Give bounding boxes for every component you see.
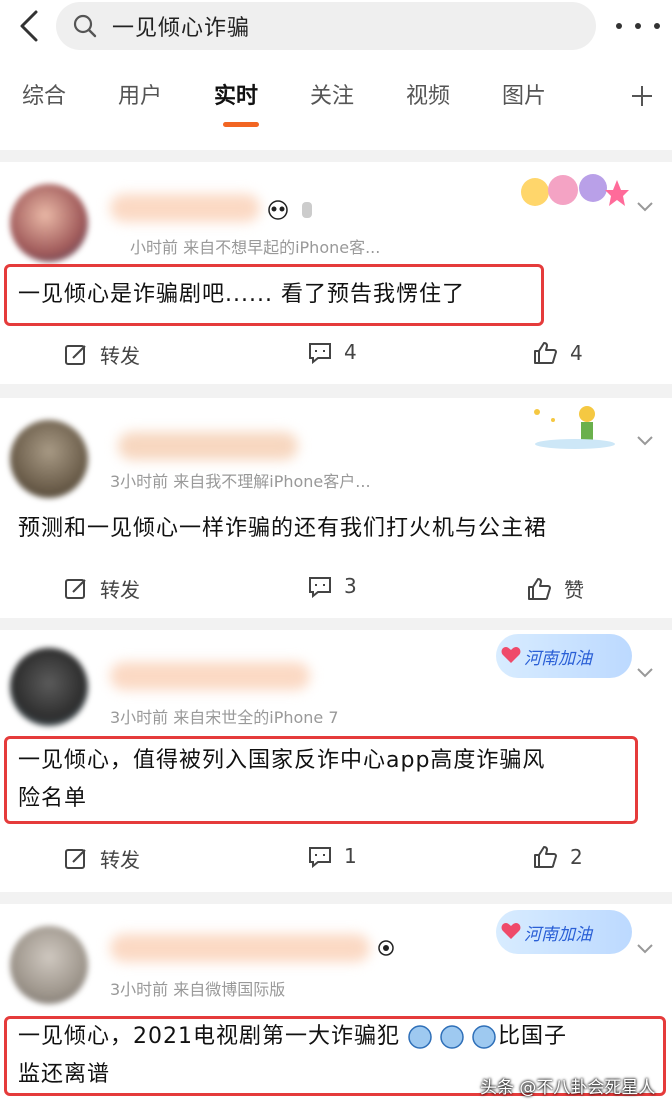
comment-count: 3 xyxy=(344,574,357,598)
search-query: 一见倾心诈骗 xyxy=(112,16,251,41)
watermark: 头条 @不八卦会死星人 xyxy=(480,1078,656,1098)
username-blurred[interactable] xyxy=(110,194,260,222)
post-card[interactable]: 小时前 来自不想早起的iPhone客... 一见倾心是诈骗剧吧...... 看了… xyxy=(0,162,672,384)
top-bar: 一见倾心诈骗 综合 用户 实时 关注 视频 图片 xyxy=(0,0,672,150)
more-options-icon[interactable] xyxy=(616,12,660,40)
tab-video[interactable]: 视频 xyxy=(406,78,450,110)
comment-button[interactable]: 1 xyxy=(308,844,357,868)
post-text: 一见倾心是诈骗剧吧...... 看了预告我愣住了 xyxy=(18,282,465,307)
thumbs-up-icon xyxy=(534,846,557,868)
emoji-row-icon xyxy=(408,1025,496,1049)
post-text-tail: 比国子 xyxy=(498,1024,568,1049)
post-card[interactable]: 3小时前 来自我不理解iPhone客户... 预测和一见倾心一样诈骗的还有我们打… xyxy=(0,398,672,618)
repost-icon xyxy=(65,848,86,869)
comment-icon xyxy=(309,343,331,364)
post-text-line-2: 险名单 xyxy=(18,786,88,811)
post-card[interactable]: 3小时前 来自宋世全的iPhone 7 河南加油 一见倾心，值得被列入国家反诈中… xyxy=(0,630,672,892)
chevron-down-icon[interactable] xyxy=(636,434,654,448)
search-icon xyxy=(73,14,97,38)
cartoon-badge-icon xyxy=(521,174,629,206)
username-blurred[interactable] xyxy=(118,432,298,460)
henan-badge: 河南加油 xyxy=(496,634,632,678)
post-meta: 3小时前 来自我不理解iPhone客户... xyxy=(110,472,371,491)
tab-comprehensive[interactable]: 综合 xyxy=(22,78,66,110)
chevron-down-icon[interactable] xyxy=(636,942,654,956)
henan-badge: 河南加油 xyxy=(496,910,632,954)
add-tab-icon[interactable] xyxy=(630,84,654,108)
post-text-line-1: 一见倾心，值得被列入国家反诈中心app高度诈骗风 xyxy=(18,748,546,773)
username-blurred[interactable] xyxy=(110,934,370,962)
tab-realtime[interactable]: 实时 xyxy=(214,78,258,110)
active-tab-indicator xyxy=(223,122,259,127)
comment-button[interactable]: 3 xyxy=(308,574,357,598)
thumbs-up-icon xyxy=(528,577,551,600)
badge-text: 河南加油 xyxy=(524,649,592,669)
search-input[interactable]: 一见倾心诈骗 xyxy=(56,2,596,50)
back-arrow-icon[interactable] xyxy=(12,8,48,44)
tab-following[interactable]: 关注 xyxy=(310,78,354,110)
heart-icon xyxy=(501,647,521,663)
post-text-line-1: 一见倾心，2021电视剧第一大诈骗犯 比国子 xyxy=(18,1018,567,1056)
comment-button[interactable]: 4 xyxy=(308,340,357,364)
repost-button[interactable]: 转发 xyxy=(64,844,140,873)
avatar[interactable] xyxy=(10,420,88,498)
prince-badge-icon xyxy=(534,406,615,449)
post-meta: 3小时前 来自宋世全的iPhone 7 xyxy=(110,708,339,727)
comment-icon xyxy=(309,577,331,598)
comment-icon xyxy=(309,847,331,868)
repost-label: 转发 xyxy=(100,848,140,872)
like-count: 2 xyxy=(570,845,583,869)
avatar[interactable] xyxy=(10,184,88,262)
repost-button[interactable]: 转发 xyxy=(64,340,140,369)
thumbs-up-icon xyxy=(534,342,557,364)
username-blurred[interactable] xyxy=(110,662,310,690)
tab-users[interactable]: 用户 xyxy=(118,78,162,110)
like-button[interactable]: 赞 xyxy=(526,574,584,603)
panda-emoji-icon xyxy=(268,200,312,220)
avatar[interactable] xyxy=(10,926,88,1004)
panda-emoji-icon xyxy=(378,940,394,956)
repost-label: 转发 xyxy=(100,578,140,602)
like-count: 4 xyxy=(570,341,583,365)
tab-bar: 综合 用户 实时 关注 视频 图片 xyxy=(0,78,672,128)
post-meta: 小时前 来自不想早起的iPhone客... xyxy=(130,238,381,257)
comment-count: 1 xyxy=(344,844,357,868)
heart-icon xyxy=(501,923,521,939)
like-count: 赞 xyxy=(564,578,584,602)
post-text-segment: 一见倾心，2021电视剧第一大诈骗犯 xyxy=(18,1024,400,1049)
badge-text: 河南加油 xyxy=(524,925,592,945)
comment-count: 4 xyxy=(344,340,357,364)
repost-icon xyxy=(65,344,86,365)
tab-images[interactable]: 图片 xyxy=(502,78,546,110)
chevron-down-icon[interactable] xyxy=(636,666,654,680)
repost-label: 转发 xyxy=(100,344,140,368)
like-button[interactable]: 2 xyxy=(532,844,583,870)
repost-icon xyxy=(65,578,86,599)
repost-button[interactable]: 转发 xyxy=(64,574,140,603)
chevron-down-icon[interactable] xyxy=(636,200,654,214)
like-button[interactable]: 4 xyxy=(532,340,583,366)
post-text-line-2: 监还离谱 xyxy=(18,1062,111,1087)
avatar[interactable] xyxy=(10,648,88,726)
post-text: 预测和一见倾心一样诈骗的还有我们打火机与公主裙 xyxy=(18,516,548,541)
post-meta: 3小时前 来自微博国际版 xyxy=(110,980,286,999)
